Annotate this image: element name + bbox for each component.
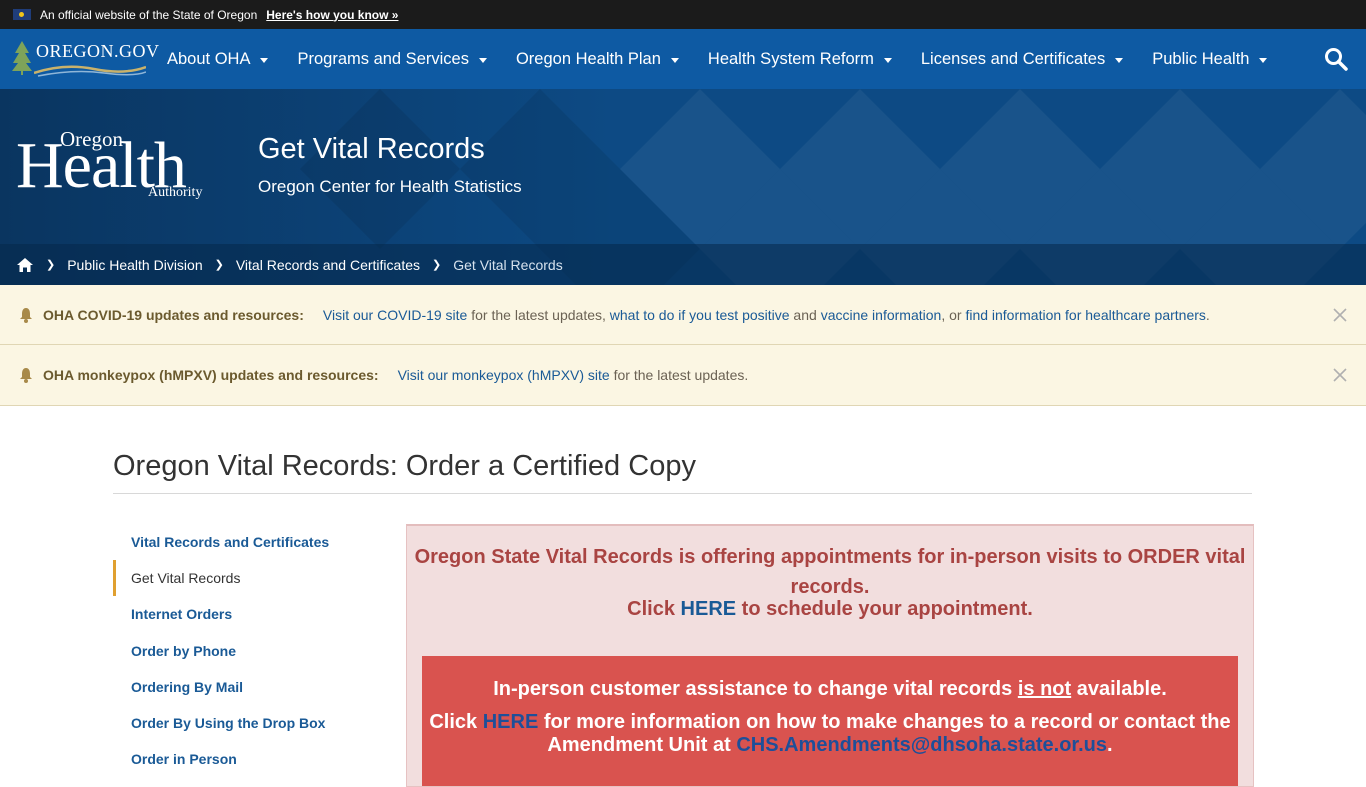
logo-swoosh-icon xyxy=(34,65,146,77)
caret-down-icon xyxy=(478,57,487,63)
nav-public-health[interactable]: Public Health xyxy=(1152,49,1268,69)
schedule-appointment-link[interactable]: HERE xyxy=(681,598,737,620)
chevron-right-icon: ❯ xyxy=(432,259,442,271)
amendment-email-link[interactable]: CHS.Amendments@dhsoha.state.or.us xyxy=(736,734,1107,756)
chevron-right-icon: ❯ xyxy=(46,259,56,271)
bell-icon xyxy=(20,368,32,383)
logo-authority-text: Authority xyxy=(148,185,203,200)
notice-line-2: Click HERE to schedule your appointment. xyxy=(407,598,1253,621)
oregon-flag-icon xyxy=(13,9,31,20)
alert-label: OHA monkeypox (hMPXV) updates and resour… xyxy=(43,367,379,383)
page-title: Oregon Vital Records: Order a Certified … xyxy=(113,450,696,482)
home-icon[interactable] xyxy=(16,257,34,273)
caret-down-icon xyxy=(260,57,269,63)
nav-about-oha[interactable]: About OHA xyxy=(167,49,269,69)
alert-text-segment: , or xyxy=(941,306,966,323)
official-banner: An official website of the State of Oreg… xyxy=(0,0,1366,29)
breadcrumb-vital-records-and-certificates[interactable]: Vital Records and Certificates xyxy=(236,257,420,273)
appointment-notice: Oregon State Vital Records is offering a… xyxy=(406,524,1254,787)
nav-label: Licenses and Certificates xyxy=(920,49,1106,68)
search-icon[interactable] xyxy=(1324,47,1348,71)
nav-label: Programs and Services xyxy=(297,49,469,68)
oregon-gov-logo[interactable]: OREGON.GOV xyxy=(12,39,159,79)
alert-text-segment: . xyxy=(1205,306,1210,323)
warning-click-text: Click xyxy=(429,711,483,733)
page-hero: Oregon Health Authority Get Vital Record… xyxy=(0,89,1366,285)
warning-text-a: In-person customer assistance to change … xyxy=(493,678,1018,700)
nav-menu: About OHA Programs and Services Oregon H… xyxy=(167,29,1296,89)
close-icon[interactable] xyxy=(1332,307,1348,323)
breadcrumb-current: Get Vital Records xyxy=(453,256,563,273)
nav-licenses-and-certificates[interactable]: Licenses and Certificates xyxy=(920,49,1124,69)
sidenav-order-by-drop-box[interactable]: Order By Using the Drop Box xyxy=(113,705,373,741)
hero-subtitle: Oregon Center for Health Statistics xyxy=(258,177,522,196)
bell-icon xyxy=(20,307,32,323)
hero-title: Get Vital Records xyxy=(258,133,485,165)
sidenav-ordering-by-mail[interactable]: Ordering By Mail xyxy=(113,669,373,705)
notice-line-1: Oregon State Vital Records is offering a… xyxy=(414,546,1246,598)
sidenav-order-in-person[interactable]: Order in Person xyxy=(113,741,373,777)
oregon-gov-wordmark: OREGON.GOV xyxy=(36,41,160,61)
notice-line-2-rest: to schedule your appointment. xyxy=(736,598,1033,620)
sidenav-order-by-phone[interactable]: Order by Phone xyxy=(113,632,373,669)
alert-label: OHA COVID-19 updates and resources: xyxy=(43,306,304,323)
nav-label: Oregon Health Plan xyxy=(515,49,661,68)
monkeypox-site-link[interactable]: Visit our monkeypox (hMPXV) site xyxy=(398,367,610,383)
amendment-warning: In-person customer assistance to change … xyxy=(422,656,1238,786)
sidenav-get-vital-records[interactable]: Get Vital Records xyxy=(113,560,373,596)
warning-text-b: available. xyxy=(1071,678,1167,700)
alert-text: Visit our monkeypox (hMPXV) site for the… xyxy=(398,367,749,383)
chevron-right-icon: ❯ xyxy=(214,259,224,271)
warning-line-1: In-person customer assistance to change … xyxy=(422,678,1238,701)
heres-how-you-know-link[interactable]: Here's how you know » xyxy=(266,8,398,22)
tree-icon xyxy=(12,41,32,75)
title-divider xyxy=(113,493,1252,494)
amendment-info-link[interactable]: HERE xyxy=(483,711,539,733)
caret-down-icon xyxy=(883,57,892,63)
nav-label: Public Health xyxy=(1152,49,1250,68)
healthcare-partners-link[interactable]: find information for healthcare partners xyxy=(965,307,1205,323)
side-nav: Vital Records and Certificates Get Vital… xyxy=(113,524,373,777)
oha-logo[interactable]: Oregon Health Authority xyxy=(16,127,216,205)
caret-down-icon xyxy=(1259,57,1268,63)
close-icon[interactable] xyxy=(1332,367,1348,383)
alert-text-segment: for the latest updates, xyxy=(467,306,610,323)
nav-oregon-health-plan[interactable]: Oregon Health Plan xyxy=(516,50,679,69)
nav-label: Health System Reform xyxy=(707,49,874,68)
warning-period: . xyxy=(1107,734,1113,756)
nav-health-system-reform[interactable]: Health System Reform xyxy=(708,50,892,69)
nav-label: About OHA xyxy=(167,49,251,68)
alert-text: Visit our COVID-19 site for the latest u… xyxy=(323,307,1210,323)
breadcrumb: ❯ Public Health Division ❯ Vital Records… xyxy=(0,244,1366,285)
notice-click-text: Click xyxy=(627,598,681,620)
vaccine-information-link[interactable]: vaccine information xyxy=(821,307,942,323)
sidenav-vital-records-and-certificates[interactable]: Vital Records and Certificates xyxy=(113,524,373,560)
breadcrumb-public-health-division[interactable]: Public Health Division xyxy=(67,257,202,273)
test-positive-link[interactable]: what to do if you test positive xyxy=(610,307,790,323)
warning-line-2: Click HERE for more information on how t… xyxy=(422,711,1238,757)
caret-down-icon xyxy=(670,57,679,63)
nav-programs-and-services[interactable]: Programs and Services xyxy=(297,50,487,69)
official-text: An official website of the State of Oreg… xyxy=(40,7,258,22)
covid-site-link[interactable]: Visit our COVID-19 site xyxy=(323,307,467,323)
warning-emphasis: is not xyxy=(1017,678,1072,700)
alert-text-segment: for the latest updates. xyxy=(609,367,749,383)
monkeypox-alert: OHA monkeypox (hMPXV) updates and resour… xyxy=(0,345,1366,406)
main-nav: OREGON.GOV About OHA Programs and Servic… xyxy=(0,29,1366,89)
caret-down-icon xyxy=(1115,57,1124,63)
covid-alert: OHA COVID-19 updates and resources: Visi… xyxy=(0,285,1366,345)
sidenav-internet-orders[interactable]: Internet Orders xyxy=(113,596,373,632)
alert-text-segment: and xyxy=(789,306,821,323)
